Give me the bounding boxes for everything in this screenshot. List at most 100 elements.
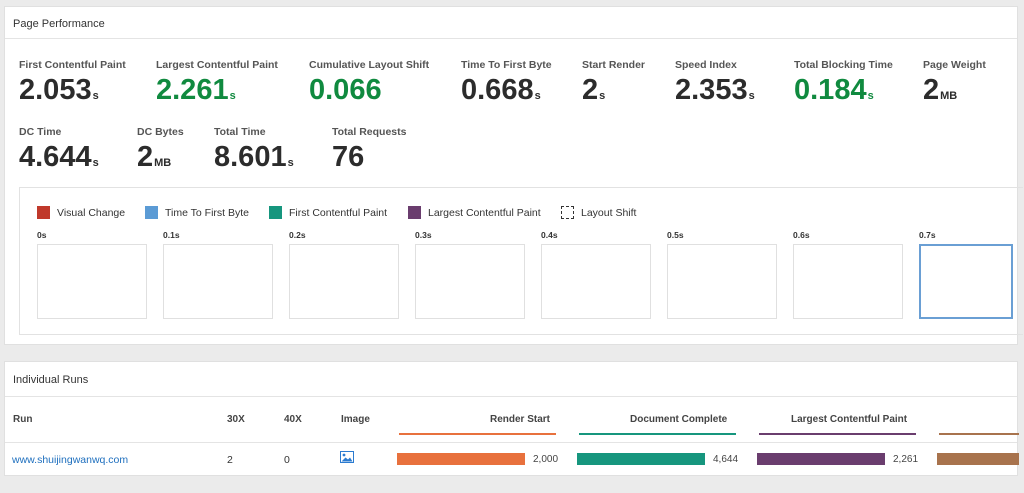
filmstrip: Visual Change Time To First Byte First C…: [19, 187, 1023, 335]
metric-value: 2MB: [137, 141, 172, 173]
legend-visual-change: Visual Change: [37, 206, 125, 219]
column-header-image: Image: [341, 414, 370, 425]
metric-page-weight: Page Weight 2MB: [923, 59, 986, 111]
frame-thumbnail: [919, 244, 1013, 319]
legend-label: Largest Contentful Paint: [428, 206, 541, 219]
metric-value: 0.668s: [461, 74, 541, 106]
layout-shift-swatch: [561, 206, 574, 219]
ttfb-swatch: [145, 206, 158, 219]
page-performance-card: Page Performance First Contentful Paint …: [4, 6, 1023, 345]
run-link[interactable]: www.shuijingwanwq.com: [12, 454, 128, 466]
frame-thumbnail: [289, 244, 399, 319]
frame-thumbnail: [541, 244, 651, 319]
metric-label: Speed Index: [675, 59, 737, 71]
metric-largest-contentful-paint: Largest Contentful Paint 2.261s: [156, 59, 278, 111]
metric-total-requests: Total Requests 76: [332, 126, 406, 178]
metric-value: 2.261s: [156, 74, 236, 106]
legend-label: Layout Shift: [581, 206, 637, 219]
metric-label: DC Bytes: [137, 126, 184, 138]
filmstrip-frame[interactable]: 0.3s: [415, 230, 525, 319]
column-header-render-start[interactable]: Render Start: [490, 414, 550, 425]
metric-label: Total Blocking Time: [794, 59, 893, 71]
metric-label: Page Weight: [923, 59, 986, 71]
table-row-run-cell[interactable]: www.shuijingwanwq.com: [12, 454, 128, 466]
render-start-underline: [399, 433, 556, 435]
image-icon[interactable]: [340, 451, 354, 466]
metric-total-blocking-time: Total Blocking Time 0.184s: [794, 59, 893, 111]
frame-time: 0.3s: [415, 230, 432, 240]
column-header-lcp[interactable]: Largest Contentful Paint: [791, 414, 907, 425]
header-divider: [5, 442, 1017, 443]
metric-speed-index: Speed Index 2.353s: [675, 59, 755, 111]
column-header-run[interactable]: Run: [13, 414, 32, 425]
metric-value: 2s: [582, 74, 606, 106]
render-start-bar: [397, 453, 525, 465]
cell-40x: 0: [284, 454, 290, 466]
frame-thumbnail: [163, 244, 273, 319]
metric-label: DC Time: [19, 126, 62, 138]
frame-time: 0.7s: [919, 230, 936, 240]
legend-label: Time To First Byte: [165, 206, 250, 219]
document-complete-bar: [577, 453, 705, 465]
metric-label: Cumulative Layout Shift: [309, 59, 430, 71]
individual-runs-card: Individual Runs Run 30X 40X Image Render…: [4, 361, 1019, 476]
metric-label: Largest Contentful Paint: [156, 59, 278, 71]
metric-value: 0.066: [309, 74, 382, 106]
frame-time: 0.5s: [667, 230, 684, 240]
metric-value: 2.053s: [19, 74, 99, 106]
column-header-30x[interactable]: 30X: [227, 414, 245, 425]
divider: [5, 396, 1017, 397]
metric-value: 8.601s: [214, 141, 294, 173]
frame-time: 0.1s: [163, 230, 180, 240]
metric-value: 76: [332, 141, 365, 173]
metric-label: Total Requests: [332, 126, 407, 138]
metric-first-contentful-paint: First Contentful Paint 2.053s: [19, 59, 126, 111]
metric-label: Total Time: [214, 126, 266, 138]
metric-value: 0.184s: [794, 74, 874, 106]
metric-label: First Contentful Paint: [19, 59, 126, 71]
filmstrip-frame[interactable]: 0.1s: [163, 230, 273, 319]
filmstrip-frame[interactable]: 0.4s: [541, 230, 651, 319]
legend-label: First Contentful Paint: [289, 206, 388, 219]
filmstrip-frame[interactable]: 0.2s: [289, 230, 399, 319]
metric-label: Start Render: [582, 59, 646, 71]
filmstrip-frame[interactable]: 0.7s: [919, 230, 1013, 319]
cell-30x: 2: [227, 454, 233, 466]
card-title: Page Performance: [13, 18, 105, 30]
filmstrip-frame[interactable]: 0s: [37, 230, 147, 319]
legend-first-contentful-paint: First Contentful Paint: [269, 206, 387, 219]
filmstrip-frame[interactable]: 0.6s: [793, 230, 903, 319]
render-start-value: 2,000: [533, 454, 559, 465]
extra-column-underline: [939, 433, 1019, 435]
divider: [5, 38, 1017, 39]
document-complete-underline: [579, 433, 736, 435]
legend-label: Visual Change: [57, 206, 126, 219]
metric-dc-time: DC Time 4.644s: [19, 126, 99, 178]
metric-cumulative-layout-shift: Cumulative Layout Shift 0.066: [309, 59, 429, 111]
metric-value: 2.353s: [675, 74, 755, 106]
metric-label: Time To First Byte: [461, 59, 552, 71]
frame-time: 0s: [37, 230, 47, 240]
column-header-document-complete[interactable]: Document Complete: [630, 414, 727, 425]
frame-thumbnail: [37, 244, 147, 319]
column-header-40x[interactable]: 40X: [284, 414, 302, 425]
frame-thumbnail: [415, 244, 525, 319]
fcp-swatch: [269, 206, 282, 219]
legend-time-to-first-byte: Time To First Byte: [145, 206, 249, 219]
legend-layout-shift: Layout Shift: [561, 206, 636, 219]
visual-change-swatch: [37, 206, 50, 219]
frame-time: 0.4s: [541, 230, 558, 240]
extra-metric-bar: [937, 453, 1019, 465]
frame-thumbnail: [667, 244, 777, 319]
frame-time: 0.2s: [289, 230, 306, 240]
metric-value: 4.644s: [19, 141, 99, 173]
filmstrip-frame[interactable]: 0.5s: [667, 230, 777, 319]
lcp-value: 2,261: [893, 454, 919, 465]
metric-dc-bytes: DC Bytes 2MB: [137, 126, 184, 178]
metric-time-to-first-byte: Time To First Byte 0.668s: [461, 59, 552, 111]
card-title: Individual Runs: [13, 374, 89, 386]
metric-total-time: Total Time 8.601s: [214, 126, 294, 178]
frame-time: 0.6s: [793, 230, 810, 240]
lcp-underline: [759, 433, 916, 435]
metric-start-render: Start Render 2s: [582, 59, 645, 111]
